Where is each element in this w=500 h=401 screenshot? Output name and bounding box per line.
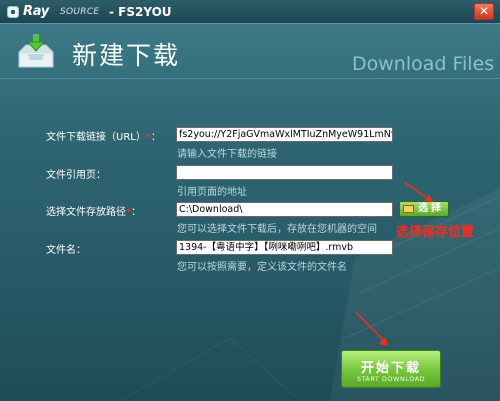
- url-hint: 请输入文件下载的链接: [177, 149, 277, 160]
- annotation-arrow-start: [355, 311, 388, 346]
- start-download-sublabel: START DOWNLOAD: [356, 375, 426, 383]
- download-tray-icon: [18, 34, 54, 68]
- save-path-hint: 您可以选择文件下载后，存放在您机器的空间: [177, 224, 377, 235]
- save-path-label: 选择文件存放路径*：: [46, 203, 141, 218]
- start-download-button[interactable]: 开始下载 START DOWNLOAD: [341, 350, 441, 388]
- start-download-label: 开始下载: [360, 361, 421, 376]
- referer-hint: 引用页面的地址: [177, 187, 247, 198]
- annotation-text: 选择保存位置: [396, 225, 475, 240]
- referer-input[interactable]: [176, 165, 393, 180]
- url-label: 文件下载链接（URL）*：: [46, 128, 161, 143]
- url-label-text: 文件下载链接（URL）: [46, 132, 146, 143]
- url-input[interactable]: fs2you://Y2FjaGVmaWxlMTIuZnMyeW91LmNvbS9…: [176, 127, 393, 142]
- url-label-colon: ：: [150, 132, 161, 143]
- page-subtitle: Download Files: [352, 53, 495, 75]
- save-path-label-colon: ：: [131, 207, 141, 218]
- raysource-logo-icon: [7, 6, 19, 18]
- brand-name: Ray: [23, 4, 49, 19]
- annotation-arrow-browse: [403, 181, 433, 202]
- title-bar[interactable]: Ray SOURCE - FS2YOU ✕: [0, 0, 500, 24]
- filename-hint: 您可以按照需要，定义该文件的文件名: [177, 262, 347, 273]
- filename-label: 文件名：: [46, 245, 86, 256]
- folder-icon: [403, 205, 414, 213]
- window-title: - FS2YOU: [109, 5, 172, 19]
- brand-sub: SOURCE: [60, 7, 100, 17]
- filename-input[interactable]: 1394-【粤语中字】【咧咪嘞咧吧】.rmvb: [176, 240, 393, 255]
- referer-label: 文件引用页：: [46, 170, 106, 181]
- save-path-label-text: 选择文件存放路径: [46, 207, 126, 218]
- page-title: 新建下载: [72, 41, 181, 70]
- close-button[interactable]: ✕: [474, 3, 494, 20]
- download-dialog: Ray SOURCE - FS2YOU ✕ 新建下载 Download File…: [0, 0, 500, 401]
- save-path-input[interactable]: C:\Download\: [176, 202, 393, 217]
